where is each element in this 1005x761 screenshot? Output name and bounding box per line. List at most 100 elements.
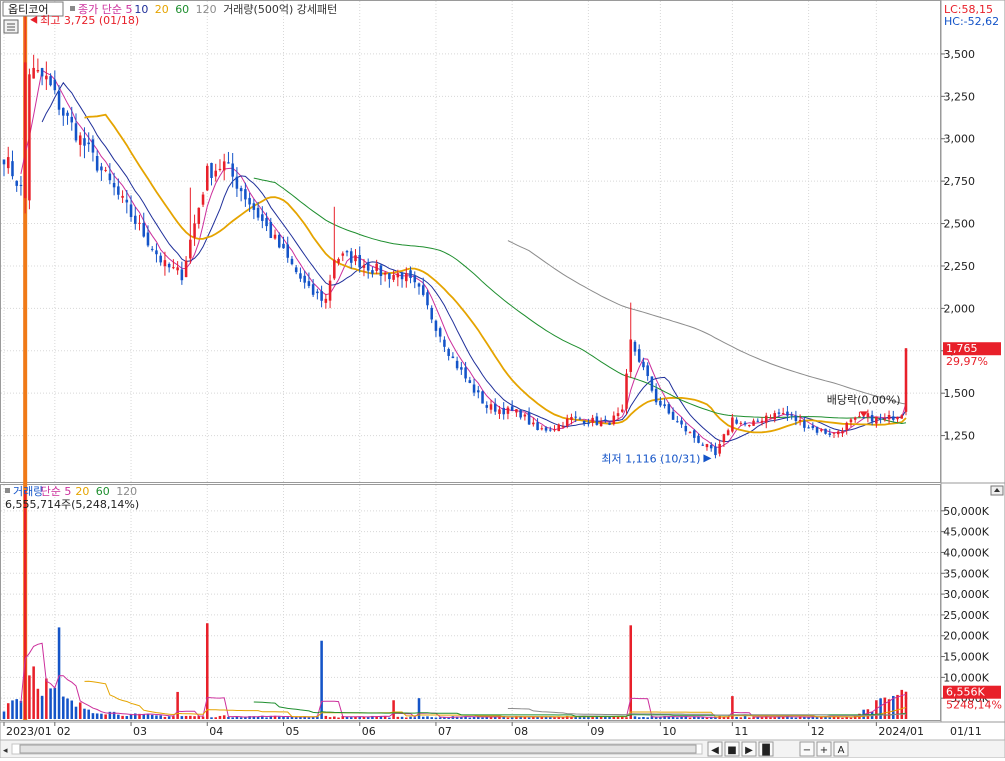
legend-item[interactable]: 20 [75, 485, 89, 498]
candle-body [654, 388, 658, 403]
legend-item[interactable]: 120 [116, 485, 137, 498]
candle-body [633, 341, 637, 352]
candle-body [49, 76, 52, 86]
candle-body [667, 404, 671, 414]
low-annotation: 최저 1,116 (10/31) [601, 452, 712, 465]
candle-body [430, 307, 433, 320]
volume-tick-label: 25,000K [943, 609, 989, 622]
chart-canvas[interactable]: 1,2501,5001,7502,0002,2502,5002,7503,000… [0, 0, 1005, 759]
volume-bar [2, 711, 6, 719]
volume-bar [201, 716, 205, 719]
volume-change: 5248,14% [946, 699, 1002, 712]
volume-bar [40, 695, 44, 719]
chart-settings-icon[interactable] [3, 19, 19, 34]
candle-body [417, 283, 421, 287]
legend-item[interactable]: 단순 5 [41, 485, 72, 498]
volume-bar [409, 716, 412, 719]
candle-body [460, 367, 463, 370]
legend-item[interactable]: 20 [155, 3, 169, 16]
scroll-thumb[interactable] [19, 744, 697, 754]
prev-button[interactable]: ◀ [707, 741, 723, 757]
candle-body [434, 320, 438, 331]
volume-info: 6,555,714주(5,248,14%) [5, 498, 139, 511]
volume-bar [74, 706, 78, 719]
candle-body [701, 444, 705, 446]
candle-body [375, 263, 378, 271]
volume-bar [748, 717, 751, 719]
volume-tick-label: 45,000K [943, 526, 989, 539]
split-button[interactable]: ▐▌ [758, 741, 774, 757]
candle-body [587, 423, 590, 425]
volume-tick-label: 15,000K [943, 651, 989, 664]
dividend-label: 배당락(0,00%) [827, 393, 901, 406]
candle-body [32, 67, 35, 79]
volume-bar [189, 715, 192, 719]
candle-body [159, 255, 162, 263]
volume-bar [773, 717, 776, 719]
candle-body [790, 414, 793, 416]
hc-readout: HC:-52,62 [944, 15, 999, 28]
candle-body [565, 418, 569, 426]
volume-bar [231, 717, 234, 719]
legend-item[interactable]: 60 [175, 3, 189, 16]
candle-body [676, 421, 679, 423]
auto-button[interactable]: A [833, 741, 849, 757]
legend-item[interactable]: 거래량 [13, 485, 43, 498]
volume-bar [62, 696, 65, 719]
candle-body [320, 291, 323, 301]
x-tick-label: 11 [734, 725, 748, 738]
volume-bar [506, 717, 510, 719]
zoom-out-button[interactable]: − [799, 741, 815, 757]
legend-item[interactable]: 거래량(500억) 강세패턴 [223, 3, 337, 16]
candle-body [879, 418, 882, 420]
candle-body [650, 376, 654, 391]
volume-bar [6, 703, 10, 719]
candle-body [333, 259, 336, 279]
candle-body [129, 204, 133, 218]
candle-body [743, 422, 747, 425]
candle-body [485, 405, 489, 408]
candle-body [692, 430, 696, 438]
candle-body [248, 197, 251, 205]
volume-bar [629, 625, 633, 719]
candle-body [731, 417, 734, 432]
volume-bar [396, 716, 400, 719]
volume-bar [879, 698, 882, 719]
volume-bar [553, 717, 556, 719]
candle-body [2, 159, 6, 165]
volume-bar [637, 717, 641, 719]
candle-body [117, 186, 120, 195]
candle-body [803, 420, 806, 428]
candle-body [896, 416, 899, 420]
nav-button-label: ▶ [745, 745, 753, 756]
candle-body [78, 135, 82, 145]
zoom-in-button[interactable]: + [816, 741, 832, 757]
chart-background [0, 0, 1005, 758]
candle-body [45, 75, 48, 80]
volume-bar [400, 716, 404, 719]
collapse-panel-icon[interactable] [990, 485, 1004, 496]
candle-body [769, 417, 772, 419]
volume-bar [210, 717, 213, 719]
candle-body [883, 418, 887, 420]
volume-bar [180, 716, 184, 719]
candle-body [892, 416, 895, 420]
volume-bar [760, 717, 764, 719]
next-button[interactable]: ▶ [741, 741, 757, 757]
x-tick-label: 04 [209, 725, 223, 738]
volume-bar [104, 714, 107, 719]
candle-body [451, 356, 455, 359]
candle-body [138, 222, 141, 224]
stop-button[interactable]: ■ [724, 741, 740, 757]
legend-item[interactable]: 60 [96, 485, 110, 498]
legend-item[interactable]: 120 [196, 3, 217, 16]
candle-body [798, 420, 802, 422]
volume-tick-label: 40,000K [943, 546, 989, 559]
scroll-left-icon[interactable]: ◂ [3, 746, 8, 756]
volume-bar [752, 717, 755, 719]
candle-body [527, 412, 531, 425]
candle-body [201, 194, 205, 205]
volume-bar [265, 717, 268, 719]
current-volume: 6,556K [946, 686, 985, 699]
candle-body [83, 138, 86, 146]
